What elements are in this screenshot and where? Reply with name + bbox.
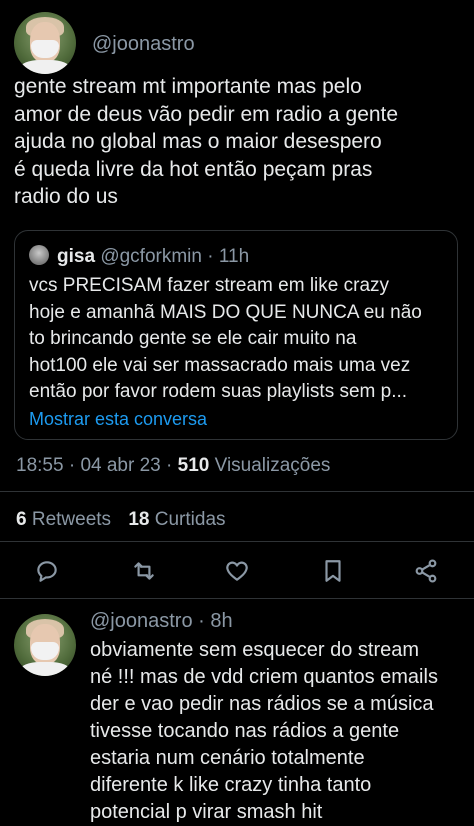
avatar-shirt — [20, 662, 70, 676]
quoted-tweet[interactable]: gisa @gcforkmin · 11h vcs PRECISAM fazer… — [14, 230, 458, 440]
meta-separator: · — [68, 455, 76, 476]
bookmark-icon[interactable] — [320, 558, 346, 584]
show-thread-link[interactable]: Mostrar esta conversa — [29, 409, 207, 430]
avatar-shirt — [20, 60, 70, 74]
views-count: 510 — [177, 455, 210, 476]
reply-separator: · — [198, 610, 205, 632]
quote-author-handle[interactable]: @gcforkmin — [100, 246, 202, 267]
likes-stat[interactable]: 18 Curtidas — [128, 509, 225, 530]
tweet-stats: 6 Retweets 18 Curtidas — [16, 509, 226, 531]
share-icon[interactable] — [413, 558, 439, 584]
reply-header: @joonastro · 8h — [90, 610, 233, 633]
divider — [0, 491, 474, 492]
tweet-meta: 18:55 · 04 abr 23 · 510 Visualizações — [16, 455, 330, 477]
avatar[interactable] — [14, 12, 76, 74]
tweet-time[interactable]: 18:55 — [16, 455, 64, 476]
retweets-label: Retweets — [31, 509, 112, 530]
reply-author-handle[interactable]: @joonastro — [90, 610, 193, 632]
tweet-date[interactable]: 04 abr 23 — [80, 455, 160, 476]
quote-text: vcs PRECISAM fazer stream em like crazy … — [29, 275, 422, 402]
tweet-text: gente stream mt importante mas pelo amor… — [14, 75, 399, 208]
author-handle[interactable]: @joonastro — [92, 33, 195, 56]
avatar[interactable] — [14, 614, 76, 676]
divider — [0, 541, 474, 542]
reply-icon[interactable] — [34, 558, 60, 584]
retweet-icon[interactable] — [131, 558, 157, 584]
retweets-stat[interactable]: 6 Retweets — [16, 509, 111, 530]
quoted-tweet-header: gisa @gcforkmin · 11h — [29, 245, 249, 268]
views-label: Visualizações — [214, 455, 331, 476]
quote-avatar[interactable] — [29, 245, 49, 265]
like-icon[interactable] — [224, 558, 250, 584]
likes-label: Curtidas — [154, 509, 226, 530]
divider — [0, 598, 474, 599]
reply-text: obviamente sem esquecer do stream né !!!… — [90, 639, 438, 823]
reply-time[interactable]: 8h — [210, 610, 232, 632]
quote-author-name[interactable]: gisa — [57, 246, 95, 267]
quote-time[interactable]: 11h — [219, 246, 249, 267]
meta-separator: · — [166, 455, 173, 476]
quote-separator: · — [207, 246, 214, 267]
retweets-count: 6 — [16, 509, 27, 530]
likes-count: 18 — [128, 509, 150, 530]
